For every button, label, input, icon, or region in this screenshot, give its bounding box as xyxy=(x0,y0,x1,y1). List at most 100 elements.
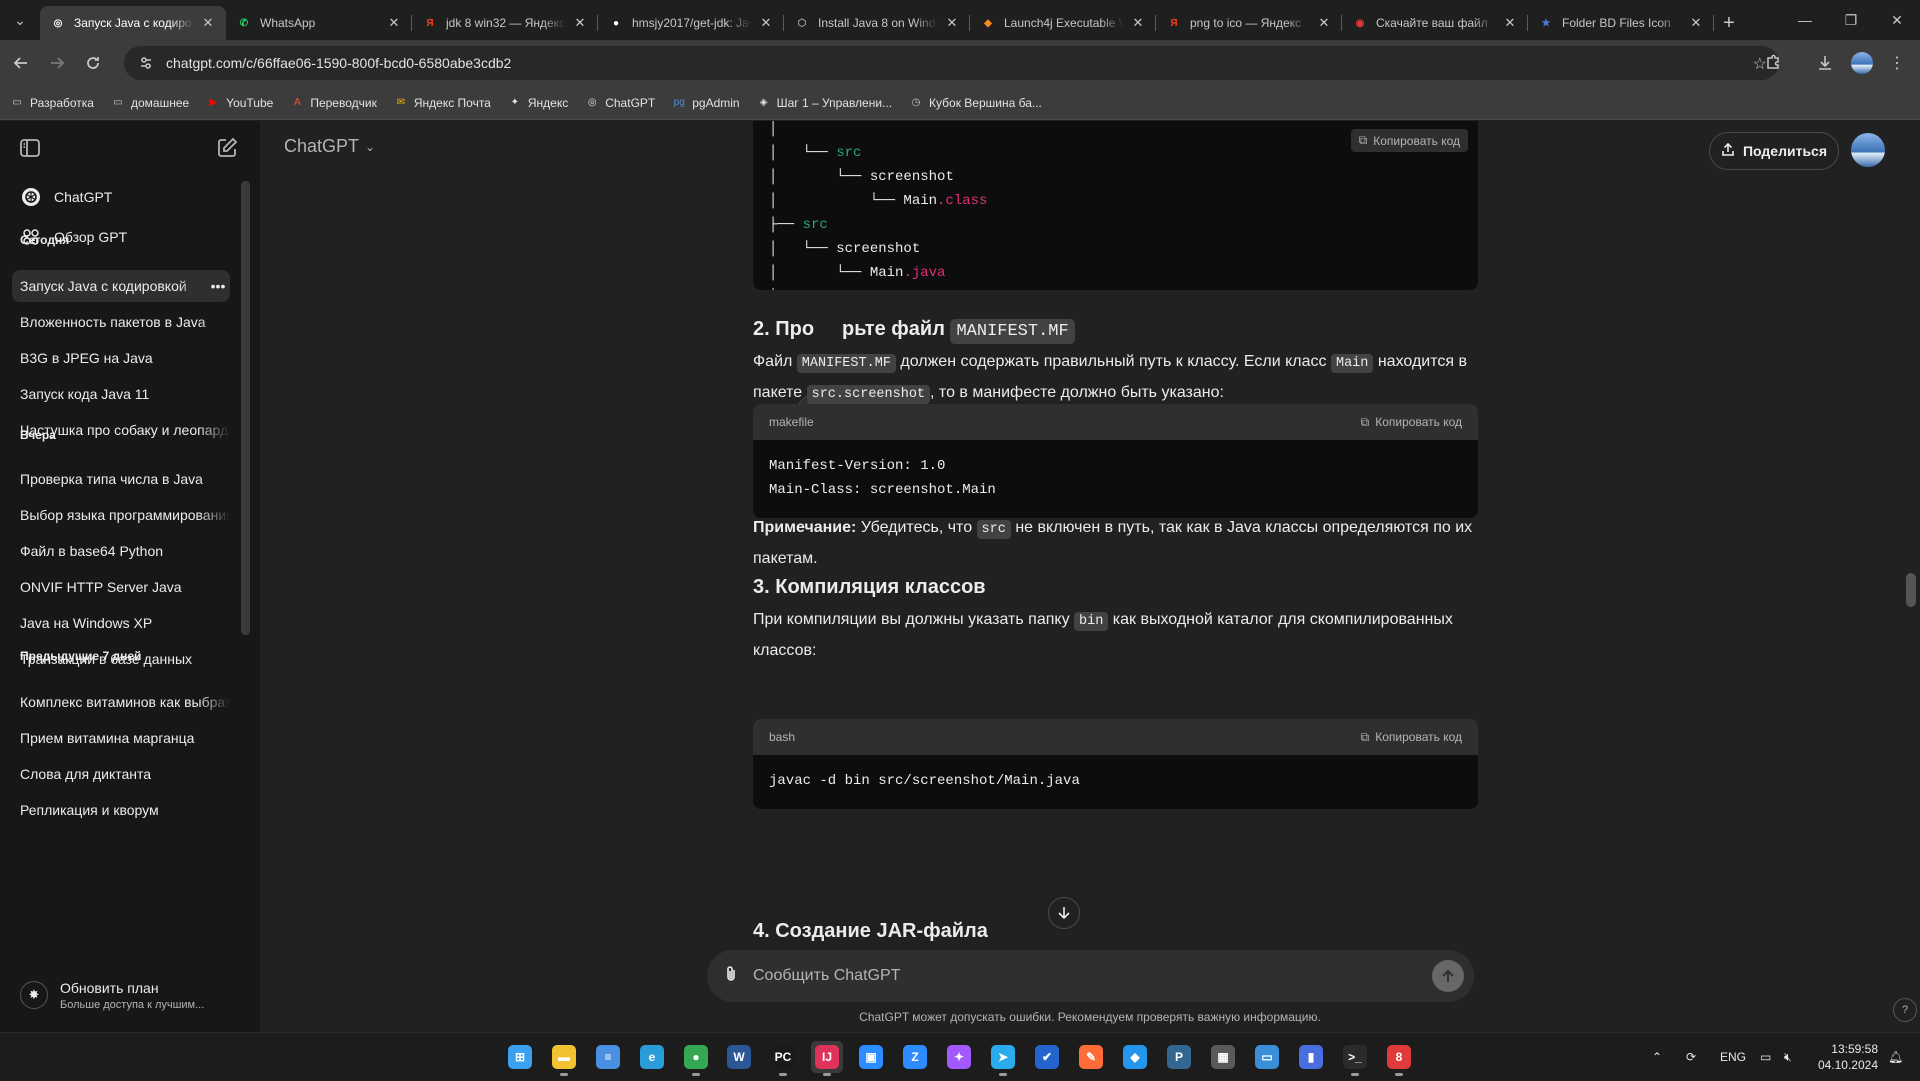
remote-desktop-app[interactable]: ▭ xyxy=(1251,1041,1283,1073)
menu-kebab-icon[interactable]: ⋮ xyxy=(1880,46,1914,80)
close-tab-icon[interactable]: ✕ xyxy=(572,15,588,31)
browser-tab[interactable]: ⬡ Install Java 8 on Windows ✕ xyxy=(784,6,970,40)
network-icon[interactable]: ▭ xyxy=(1760,1033,1771,1081)
chat-history-item[interactable]: Репликация и кворум xyxy=(12,794,230,826)
close-tab-icon[interactable]: ✕ xyxy=(200,15,216,31)
bookmark-item[interactable]: ✦ Яндекс xyxy=(508,96,569,110)
chat-history-item[interactable]: Слова для диктанта xyxy=(12,758,230,790)
copy-code-button[interactable]: ⧉ Копировать код xyxy=(1361,730,1462,745)
todo-app[interactable]: ✔ xyxy=(1031,1041,1063,1073)
chat-history-item[interactable]: Проверка типа числа в Java xyxy=(12,463,230,495)
close-tab-icon[interactable]: ✕ xyxy=(758,15,774,31)
download-icon[interactable] xyxy=(1808,46,1842,80)
bookmark-item[interactable]: pg pgAdmin xyxy=(672,96,740,110)
terminal-app[interactable]: >_ xyxy=(1339,1041,1371,1076)
close-tab-icon[interactable]: ✕ xyxy=(1316,15,1332,31)
profile-avatar[interactable] xyxy=(1845,46,1879,80)
close-tab-icon[interactable]: ✕ xyxy=(1688,15,1704,31)
windows-start-app[interactable]: ⊞ xyxy=(504,1041,536,1073)
tab-search-button[interactable]: ⌄ xyxy=(0,0,40,40)
sidebar-item-chatgpt[interactable]: ChatGPT xyxy=(12,179,230,215)
browser-tab[interactable]: ✆ WhatsApp ✕ xyxy=(226,6,412,40)
chat-history-item[interactable]: Файл в base64 Python xyxy=(12,535,230,567)
site-info-icon[interactable] xyxy=(138,55,154,71)
copy-code-button[interactable]: ⧉ Копировать код xyxy=(1350,129,1468,152)
postman-app[interactable]: ✎ xyxy=(1075,1041,1107,1073)
chevron-up-icon[interactable]: ⌃ xyxy=(1652,1033,1662,1081)
zoom-meet-app[interactable]: ▣ xyxy=(855,1041,887,1073)
main-scrollbar[interactable] xyxy=(1906,573,1916,607)
chat-history-item[interactable]: Выбор языка программирования xyxy=(12,499,230,531)
share-button[interactable]: Поделиться xyxy=(1709,132,1839,170)
help-button[interactable]: ? xyxy=(1893,998,1917,1022)
more-options-icon[interactable]: ••• xyxy=(206,278,230,294)
bookmark-item[interactable]: ✉ Яндекс Почта xyxy=(394,96,491,110)
stats-app[interactable]: ▮ xyxy=(1295,1041,1327,1073)
sync-icon[interactable]: ⟳ xyxy=(1686,1033,1696,1081)
scroll-to-bottom-button[interactable] xyxy=(1048,897,1080,929)
bookmark-item[interactable]: A Переводчик xyxy=(290,96,377,110)
bookmark-item[interactable]: ▭ домашнее xyxy=(111,96,189,110)
edge-app[interactable]: e xyxy=(636,1041,668,1073)
calculator-app[interactable]: ▦ xyxy=(1207,1041,1239,1073)
close-tab-icon[interactable]: ✕ xyxy=(386,15,402,31)
intellij-app[interactable]: IJ xyxy=(811,1041,843,1076)
chat-history-item[interactable]: Прием витамина марганца xyxy=(12,722,230,754)
forward-button[interactable] xyxy=(42,48,72,78)
extensions-icon[interactable] xyxy=(1756,46,1790,80)
notification-bell-icon[interactable]: 🔔︎ xyxy=(1888,1033,1903,1081)
restore-button[interactable]: ❐ xyxy=(1828,0,1874,40)
copy-code-button[interactable]: ⧉ Копировать код xyxy=(1361,415,1462,430)
bookmark-item[interactable]: ◈ Шаг 1 – Управлени... xyxy=(757,96,892,110)
chat-history-item[interactable]: Запуск Java с кодировкой ••• xyxy=(12,270,230,302)
chat-history-item[interactable]: B3G в JPEG на Java xyxy=(12,342,230,374)
pycharm-app[interactable]: PC xyxy=(767,1041,799,1076)
chat-history-item[interactable]: Вложенность пакетов в Java xyxy=(12,306,230,338)
telegram-app[interactable]: ➤ xyxy=(987,1041,1019,1076)
close-tab-icon[interactable]: ✕ xyxy=(1130,15,1146,31)
upgrade-plan-button[interactable]: ✸ Обновить план Больше доступа к лучшим.… xyxy=(12,969,248,1021)
message-input[interactable] xyxy=(753,967,1432,985)
chat-history-item[interactable]: Java на Windows XP xyxy=(12,607,230,639)
bookmark-item[interactable]: ◷ Кубок Вершина ба... xyxy=(909,96,1042,110)
figma-app[interactable]: ✦ xyxy=(943,1041,975,1073)
new-tab-button[interactable]: + xyxy=(1714,6,1744,40)
browser-tab[interactable]: ◉ Скачайте ваш файл ✕ xyxy=(1342,6,1528,40)
browser-tab[interactable]: ◆ Launch4j Executable Wrapper ✕ xyxy=(970,6,1156,40)
user-avatar[interactable] xyxy=(1851,133,1885,167)
volume-muted-icon[interactable]: 🔇︎ xyxy=(1784,1033,1792,1081)
file-explorer-app[interactable]: ▬ xyxy=(548,1041,580,1076)
docker-app[interactable]: ◆ xyxy=(1119,1041,1151,1073)
paperclip-icon[interactable] xyxy=(721,964,747,989)
back-button[interactable] xyxy=(6,48,36,78)
browser-tab[interactable]: ★ Folder BD Files Icon ✕ xyxy=(1528,6,1714,40)
address-bar[interactable]: chatgpt.com/c/66ffae06-1590-800f-bcd0-65… xyxy=(124,46,1779,80)
new-chat-icon[interactable] xyxy=(215,136,239,165)
close-window-button[interactable]: ✕ xyxy=(1874,0,1920,40)
sidebar-toggle-icon[interactable] xyxy=(18,136,42,165)
chat-history-item[interactable]: ONVIF HTTP Server Java xyxy=(12,571,230,603)
notepad-app[interactable]: ≡ xyxy=(592,1041,624,1073)
chat-history-item[interactable]: Запуск кода Java 11 xyxy=(12,378,230,410)
url-text[interactable]: chatgpt.com/c/66ffae06-1590-800f-bcd0-65… xyxy=(166,55,511,71)
bookmark-item[interactable]: ◎ ChatGPT xyxy=(585,96,655,110)
word-wps-app[interactable]: W xyxy=(723,1041,755,1073)
language-indicator[interactable]: ENG xyxy=(1720,1033,1746,1081)
zoom-app[interactable]: Z xyxy=(899,1041,931,1073)
pgadmin-app[interactable]: P xyxy=(1163,1041,1195,1073)
close-tab-icon[interactable]: ✕ xyxy=(944,15,960,31)
model-selector[interactable]: ChatGPT ⌄ xyxy=(284,136,375,157)
minimize-button[interactable]: — xyxy=(1782,0,1828,40)
system-clock[interactable]: 13:59:58 04.10.2024 xyxy=(1808,1041,1878,1073)
bookmark-item[interactable]: ▶ YouTube xyxy=(206,96,273,110)
chat-history-item[interactable]: Комплекс витаминов как выбрать xyxy=(12,686,230,718)
browser-tab[interactable]: ◎ Запуск Java с кодировкой ✕ xyxy=(40,6,226,40)
eight-app-app[interactable]: 8 xyxy=(1383,1041,1415,1076)
browser-tab[interactable]: Яpng to ico — Яндекс ✕ xyxy=(1156,6,1342,40)
browser-tab[interactable]: ● hmsjy2017/get-jdk: Java ✕ xyxy=(598,6,784,40)
close-tab-icon[interactable]: ✕ xyxy=(1502,15,1518,31)
send-button[interactable] xyxy=(1432,960,1464,992)
bookmark-item[interactable]: ▭ Разработка xyxy=(10,96,94,110)
chrome-app[interactable]: ● xyxy=(680,1041,712,1076)
reload-button[interactable] xyxy=(78,48,108,78)
